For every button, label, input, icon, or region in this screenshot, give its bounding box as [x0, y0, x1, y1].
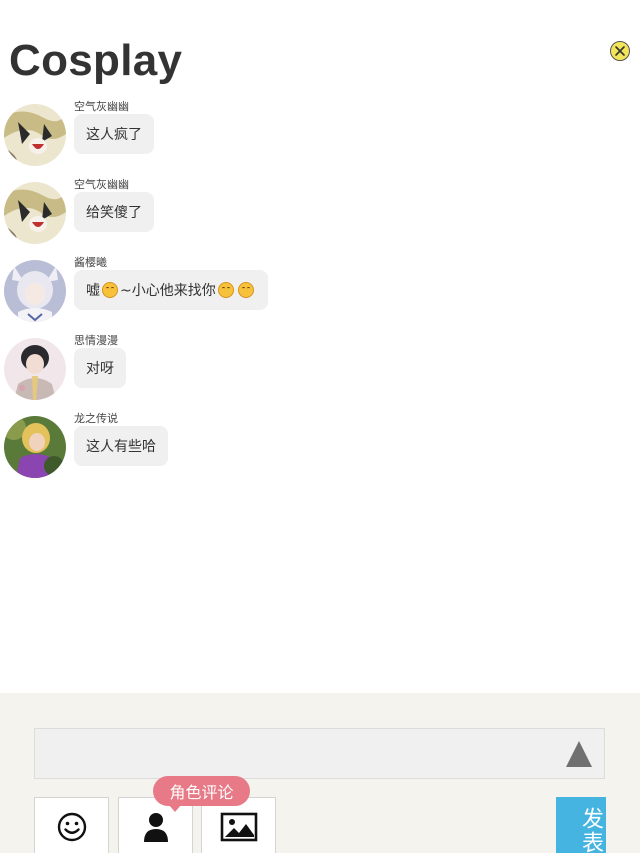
comment-username: 龙之传说: [74, 412, 118, 425]
publish-button[interactable]: 发表: [556, 797, 606, 853]
avatar[interactable]: [4, 416, 66, 478]
shushing-emoji-icon: [102, 282, 118, 298]
comment-text: 给笑傻了: [86, 205, 142, 221]
emoji-button[interactable]: [34, 797, 109, 853]
avatar[interactable]: [4, 182, 66, 244]
smiley-icon: [57, 812, 86, 842]
avatar[interactable]: [4, 104, 66, 166]
person-icon: [143, 813, 168, 842]
comment-item: 酱樱曦 嘘 ~小心他来找你: [0, 254, 640, 326]
comment-text: ~小心他来找你: [120, 283, 216, 299]
comment-username: 空气灰幽幽: [74, 100, 129, 113]
comment-username: 思情漫漫: [74, 334, 118, 347]
image-icon: [220, 812, 257, 842]
comment-text: 这人有些哈: [86, 439, 156, 455]
comment-composer: 角色评论 发表: [0, 693, 640, 853]
avatar[interactable]: [4, 338, 66, 400]
comment-bubble: 这人有些哈: [74, 426, 168, 466]
comment-username: 空气灰幽幽: [74, 178, 129, 191]
laughing-emoji-icon: [217, 282, 234, 298]
comment-item: 思情漫漫 对呀: [0, 332, 640, 404]
comment-bubble: 嘘 ~小心他来找你: [74, 270, 268, 310]
close-button[interactable]: [610, 41, 630, 61]
laughing-emoji-icon: [237, 282, 254, 298]
send-arrow-icon[interactable]: [566, 741, 592, 767]
close-icon: [615, 46, 625, 56]
comment-username: 酱樱曦: [74, 256, 107, 269]
page-title: Cosplay: [9, 36, 183, 85]
comment-text: 嘘: [86, 283, 100, 299]
comment-bubble: 这人疯了: [74, 114, 154, 154]
comment-page: Cosplay 空气灰幽幽 这人疯了 空气灰幽幽 给笑傻了 酱樱曦 嘘 ~小心他…: [0, 0, 640, 853]
comment-text: 对呀: [86, 361, 114, 377]
comment-input[interactable]: [34, 728, 605, 779]
comment-bubble: 给笑傻了: [74, 192, 154, 232]
comment-item: 空气灰幽幽 给笑傻了: [0, 176, 640, 248]
avatar[interactable]: [4, 260, 66, 322]
comment-item: 龙之传说 这人有些哈: [0, 410, 640, 482]
comment-text: 这人疯了: [86, 127, 142, 143]
role-comment-tooltip: 角色评论: [153, 776, 250, 812]
comment-bubble: 对呀: [74, 348, 126, 388]
comment-item: 空气灰幽幽 这人疯了: [0, 98, 640, 170]
